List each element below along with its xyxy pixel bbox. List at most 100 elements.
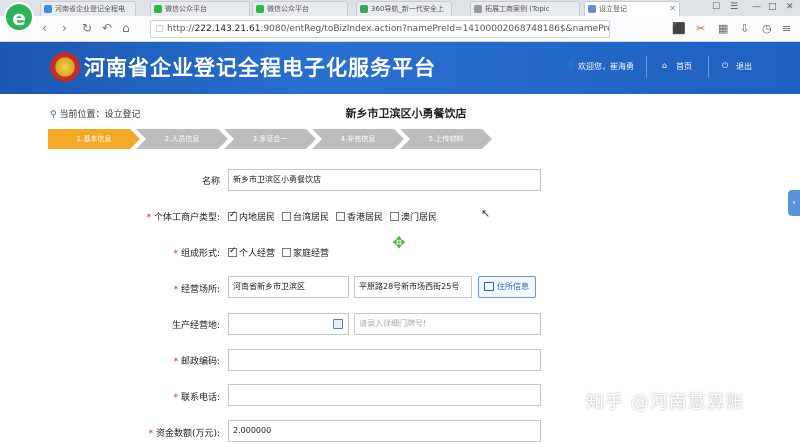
browser-tab[interactable]: 360导航_新一代安全上 (356, 1, 452, 16)
download-icon[interactable]: ⇩ (740, 22, 749, 35)
postal-code-field[interactable] (228, 349, 541, 371)
url-input[interactable]: ▢ http://222.143.21.61:9080/entReg/toBiz… (150, 20, 610, 38)
step-label: 1.基本信息 (76, 135, 112, 143)
national-emblem-icon (50, 52, 80, 82)
option-label: 台湾居民 (293, 213, 330, 223)
move-cursor-icon: ✥ (392, 233, 406, 252)
region-picker-icon[interactable] (333, 319, 343, 329)
home-link[interactable]: 首页 (676, 61, 692, 72)
tab-favicon-icon (256, 5, 264, 13)
header-divider (708, 56, 709, 78)
close-tab-icon[interactable]: ✕ (669, 2, 676, 16)
extension-icon[interactable]: ⬛ (672, 22, 686, 35)
browser-tab[interactable]: 河南省企业登记全程电 (40, 1, 136, 16)
watermark: 知乎 @河南慧算账 (586, 392, 745, 413)
address-info-button[interactable]: 住所信息 (478, 276, 536, 298)
home-icon[interactable]: ⌂ (122, 21, 130, 35)
cut-icon[interactable]: ✂ (696, 22, 705, 35)
form-option-family[interactable]: 家庭经营 (282, 246, 329, 259)
button-label: 住所信息 (497, 282, 529, 291)
checkbox-checked-icon[interactable] (228, 246, 237, 257)
postal-label: * 邮政编码: (38, 354, 220, 367)
tab-label: 微信公众平台 (165, 5, 207, 13)
place-label: * 经营场所: (38, 282, 220, 295)
phone-label: * 联系电话: (38, 390, 220, 403)
required-mark: * (173, 393, 181, 403)
tab-favicon-icon (360, 5, 368, 13)
browser-tab[interactable]: 拓展工商案例 (Topic (470, 1, 580, 16)
tab-label: 拓展工商案例 (Topic (485, 5, 550, 13)
prod-detail-field[interactable]: 请录入详细门牌号! (354, 313, 541, 335)
tab-favicon-icon (44, 5, 52, 13)
minimize-icon[interactable]: — (752, 2, 761, 12)
label-text: 个体工商户类型: (153, 213, 220, 223)
browser-tab[interactable]: 微信公众平台 (252, 1, 348, 16)
phone-field[interactable] (228, 384, 541, 406)
form-label: * 组成形式: (38, 246, 220, 259)
mouse-pointer-icon: ↖ (481, 207, 491, 220)
name-value: 新乡市卫滨区小勇餐饮店 (233, 175, 321, 184)
user-icon: 👤 (566, 61, 576, 70)
checkbox-icon[interactable] (282, 212, 291, 221)
menu-icon[interactable]: ☰ (730, 2, 738, 12)
required-mark: * (173, 357, 181, 367)
tab-label: 河南省企业登记全程电 (55, 5, 125, 13)
refresh-icon[interactable]: ↻ (82, 21, 92, 35)
label-text: 组成形式: (180, 249, 220, 259)
undo-icon[interactable]: ↶ (102, 21, 112, 35)
capital-field[interactable]: 2.000000 (228, 420, 541, 442)
page-title: 新乡市卫滨区小勇餐饮店 (345, 107, 467, 120)
prod-label: 生产经营地: (38, 318, 220, 331)
type-option-taiwan[interactable]: 台湾居民 (282, 210, 329, 223)
name-field[interactable]: 新乡市卫滨区小勇餐饮店 (228, 169, 541, 191)
tab-label: 360导航_新一代安全上 (371, 5, 444, 13)
place-detail-value: 平原路28号新市场西街25号 (359, 282, 460, 291)
type-option-mainland[interactable]: 内地居民 (228, 210, 275, 223)
maximize-icon[interactable]: □ (768, 2, 777, 12)
logout-link[interactable]: 退出 (736, 61, 752, 72)
header-divider (646, 56, 647, 78)
form-option-individual[interactable]: 个人经营 (228, 246, 275, 259)
step-basic-info[interactable]: 1.基本信息 (48, 129, 140, 149)
checkbox-icon[interactable] (390, 212, 399, 221)
site-header: 河南省企业登记全程电子化服务平台 👤 欢迎您，崔海勇 ⌂ 首页 ⏻ 退出 (0, 42, 800, 94)
required-mark: * (148, 429, 156, 439)
place-region-select[interactable]: 河南省新乡市卫滨区 (228, 276, 349, 298)
back-icon[interactable]: ‹ (42, 21, 47, 35)
browser-tab-bar: 河南省企业登记全程电 微信公众平台 微信公众平台 360导航_新一代安全上 拓展… (0, 0, 800, 16)
place-region-value: 河南省新乡市卫滨区 (233, 282, 305, 291)
more-icon[interactable]: ≡ (782, 22, 791, 35)
placeholder-text: 请录入详细门牌号! (359, 319, 427, 328)
step-label: 4.补充信息 (340, 135, 376, 143)
browser-logo-icon: e (4, 2, 34, 32)
url-path: :9080/entReg/toBizIndex.action?namePreId… (260, 24, 610, 34)
home-icon[interactable]: ⌂ (662, 61, 667, 70)
place-detail-field[interactable]: 平原路28号新市场西街25号 (354, 276, 472, 298)
history-icon[interactable]: ◷ (762, 22, 772, 35)
type-option-macau[interactable]: 澳门居民 (390, 210, 437, 223)
required-mark: * (173, 249, 181, 259)
step-upload[interactable]: 5.上传材料 (400, 129, 492, 149)
skin-icon[interactable]: ☐ (712, 2, 720, 12)
step-label: 2.人员信息 (164, 135, 200, 143)
step-supplement[interactable]: 4.补充信息 (312, 129, 404, 149)
site-title: 河南省企业登记全程电子化服务平台 (84, 56, 436, 80)
power-icon[interactable]: ⏻ (722, 61, 728, 71)
tab-favicon-icon (474, 5, 482, 13)
checkbox-checked-icon[interactable] (228, 210, 237, 221)
checkbox-icon[interactable] (336, 212, 345, 221)
checkbox-icon[interactable] (282, 248, 291, 257)
browser-tab[interactable]: 微信公众平台 (150, 1, 250, 16)
browser-tab-active[interactable]: 设立登记 ✕ (584, 1, 680, 16)
label-text: 邮政编码: (180, 357, 220, 367)
close-window-icon[interactable]: ✕ (786, 2, 794, 12)
label-text: 资金数额(万元): (155, 429, 220, 439)
side-expand-tab[interactable]: ‹ (788, 190, 800, 216)
step-personnel[interactable]: 2.人员信息 (136, 129, 228, 149)
type-option-hongkong[interactable]: 香港居民 (336, 210, 383, 223)
forward-icon[interactable]: › (62, 21, 67, 35)
step-multi-cert[interactable]: 3.多证合一 (224, 129, 316, 149)
prod-region-select[interactable] (228, 313, 349, 335)
option-label: 内地居民 (239, 213, 276, 223)
grid-icon[interactable]: ▦ (718, 22, 728, 35)
